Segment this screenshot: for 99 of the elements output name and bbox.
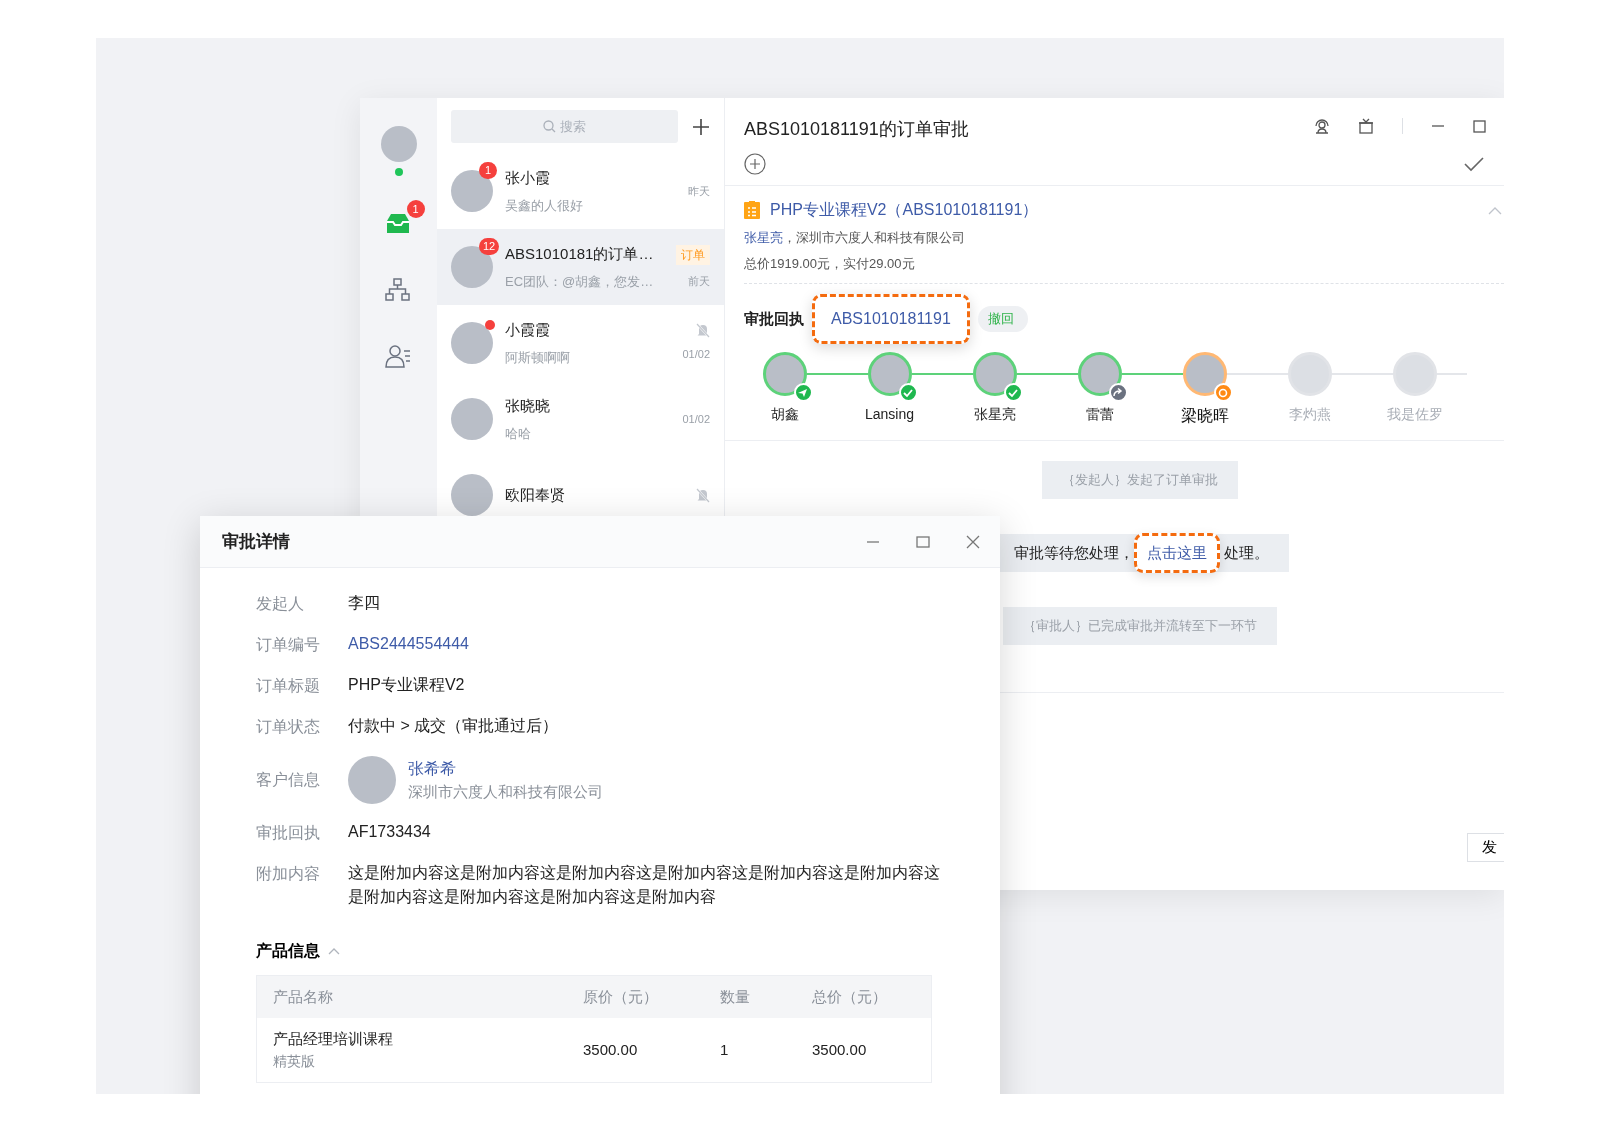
add-button[interactable] (744, 153, 766, 175)
plus-icon (692, 117, 710, 136)
field-label: 客户信息 (256, 770, 321, 790)
approver-name: 李灼燕 (1288, 405, 1331, 424)
field-value: 这是附加内容这是附加内容这是附加内容这是附加内容这是附加内容这是附加内容这是附加内容这是附加内容这是附加内容这是附加内容 (348, 863, 941, 907)
message-preview: 哈哈 (505, 424, 532, 443)
unread-badge: 1 (406, 200, 425, 218)
field-value: 付款中 > 成交（审批通过后） (348, 716, 559, 736)
maximize-icon (916, 534, 930, 549)
search-icon (543, 120, 556, 133)
send-button[interactable]: 发 (1467, 833, 1504, 862)
document-icon (744, 201, 760, 219)
customer-avatar (348, 756, 396, 804)
field-label: 附加内容 (256, 864, 321, 884)
message-preview: EC团队：@胡鑫，您发… (505, 272, 655, 291)
field-value: AF1733434 (348, 822, 431, 842)
customer-name-link[interactable]: 张希希 (408, 756, 603, 781)
receipt-number[interactable]: ABS1010181191 (812, 294, 970, 344)
approver-name: 梁晓晖 (1180, 406, 1229, 426)
approver-name: 张星亮 (973, 405, 1016, 424)
message-time: 01/02 (682, 347, 710, 363)
field-label: 审批回执 (256, 823, 321, 843)
approver-avatar (1182, 352, 1227, 396)
inbox-icon (384, 212, 411, 236)
order-price: 总价1919.00元，实付29.00元 (744, 254, 916, 273)
dialog-title: 审批详情 (222, 530, 290, 553)
avatar (451, 398, 493, 440)
field-label: 订单编号 (256, 635, 321, 655)
message-time: 昨天 (688, 183, 710, 199)
approver-name: 我是佐罗 (1386, 405, 1443, 424)
approver-name: 雷蕾 (1085, 405, 1114, 424)
approver-avatar (1077, 352, 1122, 396)
receipt-label: 审批回执 (744, 308, 804, 329)
message-preview: 阿斯顿啊啊 (505, 348, 571, 367)
plus-circle-icon (744, 153, 766, 175)
check-icon (1464, 156, 1484, 172)
section-toggle[interactable]: 产品信息 (256, 939, 340, 963)
approver-avatar (1392, 352, 1437, 396)
conversation-title: ABS1010181191的订单审批 (744, 118, 969, 141)
call-button[interactable] (1314, 118, 1330, 134)
sidebar-nav-item[interactable]: 1 (372, 200, 425, 242)
field-value: 李四 (348, 593, 380, 613)
close-button[interactable] (966, 534, 980, 549)
avatar (451, 322, 493, 364)
minimize-icon (1431, 125, 1445, 128)
product-variant: 精英版 (273, 1051, 316, 1071)
chat-list-item[interactable]: 12 ABS1010181的订单… EC团队：@胡鑫，您发… 订单 前天 (437, 229, 724, 305)
close-icon (966, 534, 980, 549)
minimize-icon (866, 540, 880, 543)
table-cell-text: 3500.00 (812, 1039, 868, 1060)
confirm-button[interactable] (1464, 156, 1484, 172)
message-time: 01/02 (682, 411, 710, 427)
table-cell-text: 1 (720, 1039, 730, 1060)
unread-badge: 12 (479, 238, 500, 255)
approver-avatar (762, 352, 807, 396)
approver-name: Lansing (864, 405, 914, 424)
contact-name: 欧阳奉贤 (505, 484, 566, 505)
field-value: PHP专业课程V2 (348, 675, 465, 695)
add-button[interactable] (692, 117, 710, 136)
product-name: 产品经理培训课程 (273, 1029, 394, 1049)
column-header: 总价（元） (812, 986, 888, 1007)
maximize-button[interactable] (916, 534, 930, 549)
minimize-button[interactable] (866, 540, 880, 543)
approver-name: 胡鑫 (770, 405, 799, 424)
table-cell-text: 3500.00 (583, 1039, 639, 1060)
approver-avatar (1287, 352, 1332, 396)
gift-box-icon (1358, 118, 1374, 134)
column-header: 数量 (720, 986, 751, 1007)
approver-avatar (867, 352, 912, 396)
headset-icon (1314, 118, 1330, 134)
avatar (451, 474, 493, 516)
unread-badge: 1 (479, 162, 497, 179)
field-label: 订单状态 (256, 717, 321, 737)
field-label: 发起人 (256, 594, 305, 614)
gift-button[interactable] (1358, 118, 1374, 134)
order-contact-line: 张星亮，深圳市六度人和科技有限公司 (744, 229, 966, 247)
order-number-link[interactable]: ABS2444554444 (348, 632, 469, 656)
column-header: 原价（元） (583, 986, 659, 1007)
contact-name: ABS1010181的订单… (505, 244, 655, 264)
contact-name: 张晓晓 (505, 396, 551, 416)
system-message: ｛发起人｝发起了订单审批 (1041, 461, 1238, 499)
field-label: 订单标题 (256, 676, 321, 696)
org-chart-icon (384, 278, 411, 302)
search-placeholder: 搜索 (560, 117, 586, 136)
click-here-link[interactable]: 点击这里 (1133, 532, 1220, 573)
maximize-icon (1473, 119, 1486, 133)
contacts-icon (384, 344, 411, 368)
user-avatar (380, 126, 417, 162)
contact-name: 张小霞 (505, 168, 551, 188)
message-preview: 吴鑫的人很好 (505, 196, 584, 215)
contact-name: 小霞霞 (505, 320, 551, 340)
column-header: 产品名称 (273, 986, 334, 1007)
message-time: 前天 (688, 273, 710, 289)
customer-company: 深圳市六度人和科技有限公司 (408, 781, 603, 802)
order-title[interactable]: PHP专业课程V2（ABS1010181191） (770, 198, 1039, 222)
approver-avatar (972, 352, 1017, 396)
maximize-button[interactable] (1473, 119, 1486, 133)
minimize-button[interactable] (1431, 124, 1445, 128)
order-tag: 订单 (676, 244, 710, 265)
